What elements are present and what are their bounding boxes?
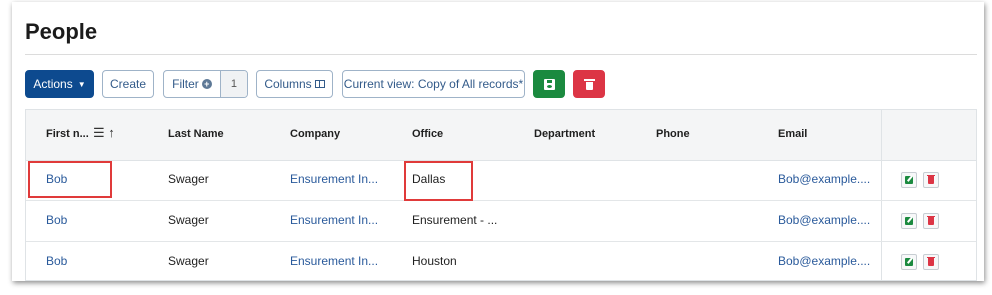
columns-icon <box>314 80 325 88</box>
col-header-last-name[interactable]: Last Name <box>168 128 224 140</box>
save-icon <box>543 78 555 90</box>
col-header-email[interactable]: Email <box>778 128 807 140</box>
edit-icon <box>905 258 913 266</box>
people-panel: People Actions ▼ Create Filter + 1 Colum… <box>12 2 984 281</box>
edit-row-button[interactable] <box>901 254 917 270</box>
table-row[interactable]: Bob Swager Ensurement In... Ensurement -… <box>26 201 976 242</box>
current-view-button[interactable]: Current view: Copy of All records* <box>342 70 525 98</box>
company-cell[interactable]: Ensurement In... <box>290 213 378 227</box>
page-title: People <box>25 19 98 44</box>
columns-button[interactable]: Columns <box>256 70 333 98</box>
filter-button[interactable]: Filter + 1 <box>163 70 248 98</box>
highlight-box-office <box>404 161 473 201</box>
last-name-cell: Swager <box>168 254 209 268</box>
office-cell: Houston <box>412 254 457 268</box>
first-name-cell[interactable]: Bob <box>46 213 67 227</box>
table-row[interactable]: Bob Swager Ensurement In... Houston Bob@… <box>26 242 976 280</box>
col-header-office[interactable]: Office <box>412 128 443 140</box>
actions-dropdown-button[interactable]: Actions ▼ <box>25 70 94 98</box>
edit-icon <box>905 176 913 184</box>
email-cell[interactable]: Bob@example.... <box>778 172 870 186</box>
actions-label: Actions <box>33 77 73 91</box>
create-button[interactable]: Create <box>102 70 154 98</box>
trash-icon <box>927 257 935 266</box>
delete-row-button[interactable] <box>923 172 939 188</box>
sort-controls[interactable]: ☰ ↑ <box>93 125 115 141</box>
highlight-box-first-name <box>28 161 112 198</box>
sort-ascending-icon[interactable]: ↑ <box>108 125 115 140</box>
people-table: First n... ☰ ↑ Last Name Company Office … <box>25 109 977 281</box>
company-cell[interactable]: Ensurement In... <box>290 254 378 268</box>
email-cell[interactable]: Bob@example.... <box>778 213 870 227</box>
office-cell: Ensurement - ... <box>412 213 498 227</box>
filter-lines-icon[interactable]: ☰ <box>93 125 105 140</box>
create-label: Create <box>109 77 147 91</box>
delete-row-button[interactable] <box>923 213 939 229</box>
caret-down-icon: ▼ <box>77 79 86 89</box>
email-cell[interactable]: Bob@example.... <box>778 254 870 268</box>
edit-row-button[interactable] <box>901 172 917 188</box>
delete-row-button[interactable] <box>923 254 939 270</box>
col-header-first-name[interactable]: First n... <box>46 128 89 140</box>
save-view-button[interactable] <box>533 70 565 98</box>
filter-label: Filter <box>172 77 199 91</box>
col-header-department[interactable]: Department <box>534 128 595 140</box>
last-name-cell: Swager <box>168 172 209 186</box>
table-header: First n... ☰ ↑ Last Name Company Office … <box>26 110 976 161</box>
delete-view-button[interactable] <box>573 70 605 98</box>
col-header-phone[interactable]: Phone <box>656 128 690 140</box>
edit-icon <box>905 217 913 225</box>
columns-label: Columns <box>264 77 312 91</box>
plus-circle-icon: + <box>201 79 212 89</box>
trash-icon <box>927 175 935 184</box>
col-header-company[interactable]: Company <box>290 128 340 140</box>
filter-main[interactable]: Filter + <box>164 71 220 97</box>
trash-icon <box>583 78 595 90</box>
last-name-cell: Swager <box>168 213 209 227</box>
filter-count-badge: 1 <box>219 71 247 97</box>
first-name-cell[interactable]: Bob <box>46 254 67 268</box>
table-row[interactable]: Bob Swager Ensurement In... Dallas Bob@e… <box>26 160 976 201</box>
company-cell[interactable]: Ensurement In... <box>290 172 378 186</box>
current-view-label: Current view: Copy of All records* <box>343 77 524 91</box>
title-divider <box>25 54 977 55</box>
trash-icon <box>927 216 935 225</box>
edit-row-button[interactable] <box>901 213 917 229</box>
